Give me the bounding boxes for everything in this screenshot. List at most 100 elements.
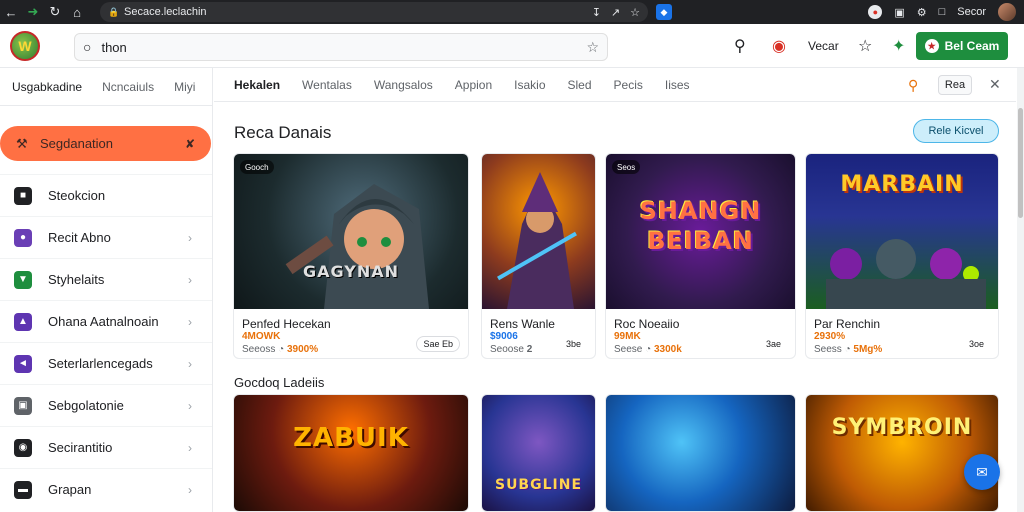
game-art: SYMBROIN [806, 395, 998, 511]
url-text: Secace.leclachin [124, 6, 207, 18]
bookmark-star-icon[interactable]: ☆ [630, 6, 640, 19]
sidebar-item-label: Ohana Aatnalnoain [48, 314, 159, 329]
sidebar-item-8[interactable]: ▬ Grapan › [0, 468, 212, 510]
reload-icon[interactable]: ↻ [44, 0, 66, 24]
game-card[interactable]: Gooch GAGYNAN Penfed Hecekan 4MOWK Seeos… [233, 153, 469, 359]
extension-icon[interactable]: ◆ [656, 4, 672, 20]
section-action-button[interactable]: Rele Kicvel [913, 119, 999, 143]
home-icon[interactable]: ⌂ [66, 0, 88, 24]
puzzle-icon[interactable]: ✦ [892, 36, 905, 56]
search-circle-icon: ○ [83, 39, 92, 55]
share-icon[interactable]: ↗ [611, 6, 620, 19]
sidebar-item-4[interactable]: ▲ Ohana Aatnalnoain › [0, 300, 212, 342]
cta-label: Bel Ceam [944, 39, 1000, 53]
tab-2[interactable]: Wentalas [302, 78, 352, 92]
sidebar-tab-3[interactable]: Miyi [174, 80, 195, 94]
chat-fab-icon[interactable]: ✉ [964, 454, 1000, 490]
search-icon[interactable]: ⚲ [734, 36, 746, 56]
tab-4[interactable]: Appion [455, 78, 492, 92]
chevron-right-icon: › [188, 482, 192, 497]
game-tag: Seos [612, 160, 641, 174]
sidebar-item-1[interactable]: ■ Steokcion [0, 174, 212, 216]
sidebar-item-label: Secirantitio [48, 440, 113, 455]
tab-search-icon[interactable]: ⚲ [908, 77, 918, 94]
tab-1[interactable]: Hekalen [234, 78, 280, 92]
game-logo-text: MARBAIN [840, 172, 964, 197]
tab-7[interactable]: Pecis [614, 78, 643, 92]
window-icon[interactable]: □ [939, 6, 946, 18]
tab-8[interactable]: Iises [665, 78, 690, 92]
sidebar: Usgabkadine Ncncaiuls Miyi ⚒ Segdanation… [0, 68, 213, 512]
lock-icon: 🔒 [108, 7, 120, 17]
sidebar-active-label: Segdanation [40, 136, 114, 151]
game-logo-text: GAGYNAN [302, 262, 400, 281]
extensions-icon[interactable]: ▣ [894, 6, 904, 19]
scrollbar[interactable] [1017, 68, 1024, 512]
game-badge[interactable]: Sae Eb [416, 336, 460, 352]
game-logo-text: SYMBROIN [831, 415, 973, 440]
minus-icon: ▬ [14, 480, 32, 499]
browser-chrome: ← ➜ ↻ ⌂ 🔒 Secace.leclachin ↧ ↗ ☆ ◆ ● ▣ ⚙… [0, 0, 1024, 24]
sidebar-item-label: Styhelaits [48, 272, 105, 287]
game-card[interactable]: MARBAIN Par Renchin 2930% Seess ◔ 5Mg% 3… [805, 153, 999, 359]
chevron-right-icon: › [188, 356, 192, 371]
tab-action-button[interactable]: Rea [938, 75, 972, 95]
tag-icon: ◄ [14, 354, 32, 373]
game-art [606, 395, 795, 511]
tab-6[interactable]: Sled [568, 78, 592, 92]
notification-icon[interactable]: ◉ [772, 36, 786, 56]
download-icon[interactable]: ↧ [592, 6, 601, 19]
game-card[interactable] [605, 394, 796, 512]
app-logo[interactable]: W [10, 31, 40, 61]
game-art [482, 154, 595, 309]
game-card[interactable]: Rens Wanle $9006 Seoose 2 3be [481, 153, 596, 359]
sidebar-item-label: Recit Abno [48, 230, 111, 245]
sync-icon[interactable]: ⚙ [917, 6, 927, 19]
game-card[interactable]: SUBGLINE [481, 394, 596, 512]
sidebar-item-2[interactable]: ● Recit Abno › [0, 216, 212, 258]
tab-3[interactable]: Wangsalos [374, 78, 433, 92]
sidebar-item-5[interactable]: ◄ Seterlarlencegads › [0, 342, 212, 384]
sidebar-list: ■ Steokcion ● Recit Abno › ▼ Styhelaits … [0, 174, 212, 510]
chevron-right-icon: › [188, 314, 192, 329]
sidebar-item-active[interactable]: ⚒ Segdanation ✘ [0, 126, 211, 161]
game-badge[interactable]: 3ae [760, 336, 787, 352]
sidebar-item-6[interactable]: ▣ Sebgolatonie › [0, 384, 212, 426]
game-tag: Gooch [240, 160, 274, 174]
sidebar-item-7[interactable]: ◉ Secirantitio › [0, 426, 212, 468]
profile-badge-icon[interactable]: ● [868, 5, 883, 19]
pin-icon[interactable]: ✘ [185, 137, 195, 151]
chevron-right-icon: › [188, 230, 192, 245]
close-icon[interactable]: ✕ [989, 76, 1001, 93]
search-input[interactable] [101, 39, 572, 55]
game-badge[interactable]: 3oe [963, 336, 990, 352]
game-art: ZABUIK [234, 395, 468, 511]
search-box[interactable]: ○ ☆ [74, 33, 608, 61]
chevron-right-icon: › [188, 440, 192, 455]
cta-button[interactable]: ★ Bel Ceam [916, 32, 1008, 60]
header-link[interactable]: Vecar [808, 39, 839, 53]
game-title: Roc Noeaiio [614, 317, 680, 331]
back-icon[interactable]: ← [0, 0, 22, 24]
profile-icon: ● [14, 228, 32, 247]
game-logo-text: SUBGLINE [494, 477, 583, 493]
forward-icon[interactable]: ➜ [22, 0, 44, 24]
scrollbar-thumb[interactable] [1018, 108, 1023, 218]
game-card[interactable]: ZABUIK [233, 394, 469, 512]
sidebar-item-3[interactable]: ▼ Styhelaits › [0, 258, 212, 300]
browser-avatar[interactable] [998, 3, 1016, 21]
favorite-star-icon[interactable]: ☆ [586, 39, 599, 56]
address-bar[interactable]: 🔒 Secace.leclachin ↧ ↗ ☆ [100, 2, 648, 22]
tab-5[interactable]: Isakio [514, 78, 545, 92]
camera-icon: ◉ [14, 438, 32, 457]
game-card[interactable]: SYMBROIN [805, 394, 999, 512]
sidebar-tab-1[interactable]: Usgabkadine [12, 80, 82, 94]
browser-right-label[interactable]: Secor [957, 6, 986, 18]
square-icon: ■ [14, 186, 32, 205]
sidebar-tab-2[interactable]: Ncncaiuls [102, 80, 154, 94]
game-card[interactable]: Seos SHANGN BEIBAN Roc Noeaiio 99MK Sees… [605, 153, 796, 359]
game-badge[interactable]: 3be [560, 336, 587, 352]
category-tabs: Hekalen Wentalas Wangsalos Appion Isakio… [214, 68, 1016, 102]
game-art: Seos SHANGN BEIBAN [606, 154, 795, 309]
star-icon[interactable]: ☆ [858, 36, 872, 56]
